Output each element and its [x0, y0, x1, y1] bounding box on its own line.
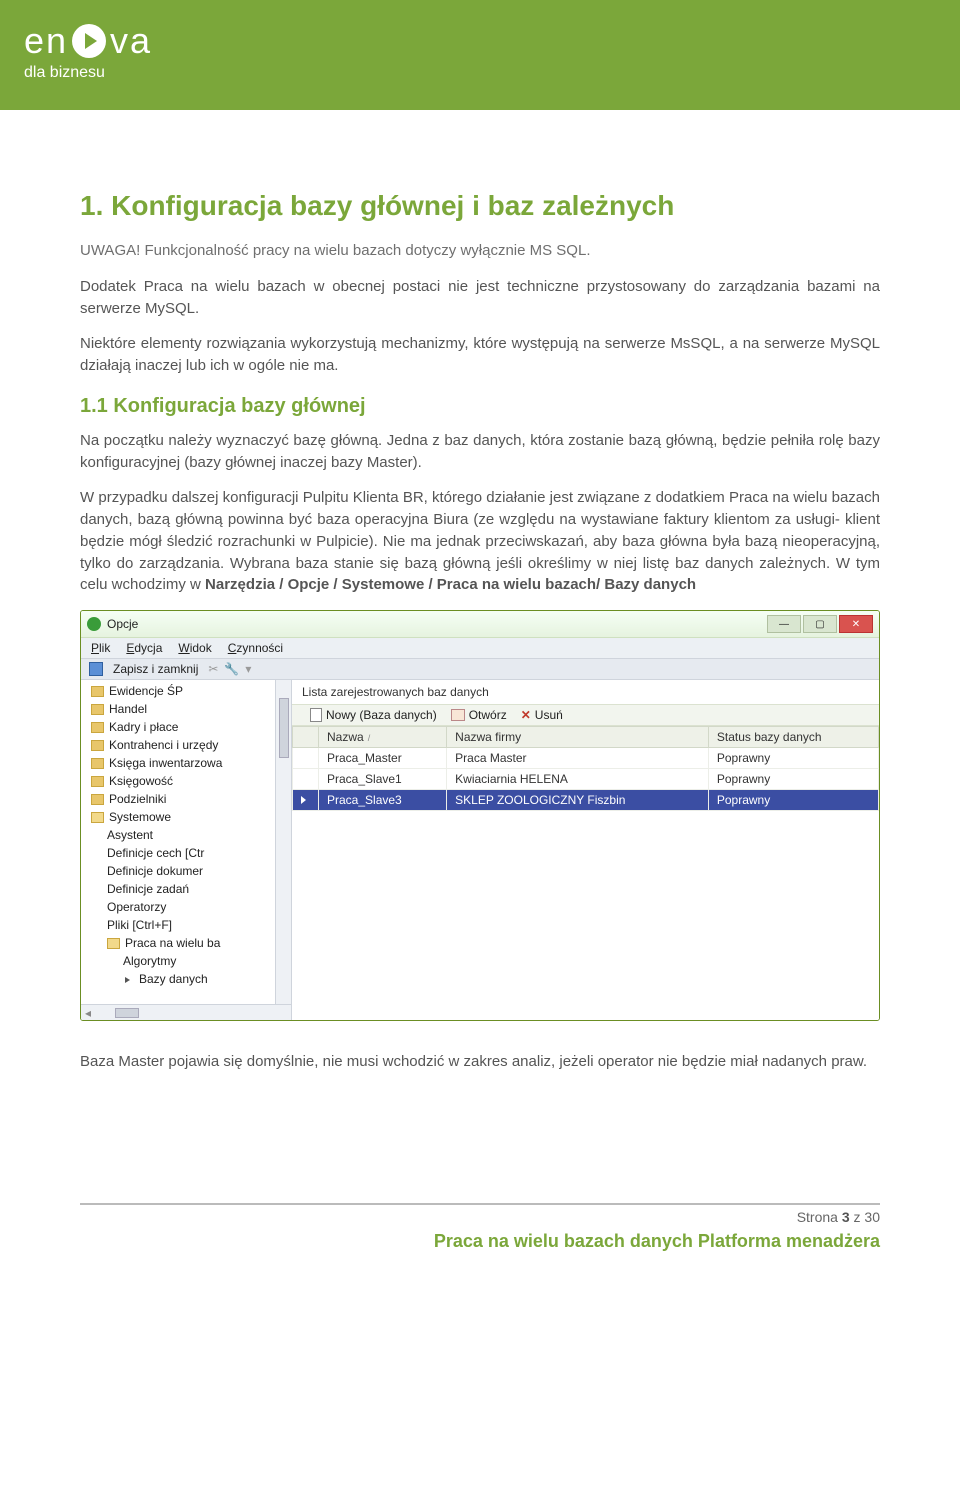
tree-item[interactable]: Definicje cech [Ctr: [85, 844, 287, 862]
tree-item[interactable]: Kontrahenci i urzędy: [85, 736, 287, 754]
menu-item[interactable]: Widok: [178, 641, 211, 655]
close-button[interactable]: ✕: [839, 615, 873, 633]
arrow-icon: [123, 974, 134, 985]
tree-item[interactable]: Definicje dokumer: [85, 862, 287, 880]
paragraph: Na początku należy wyznaczyć bazę główną…: [80, 430, 880, 474]
paragraph: Baza Master pojawia się domyślnie, nie m…: [80, 1021, 880, 1083]
folder-icon: [91, 776, 104, 787]
brand-name-part1: en: [24, 20, 68, 62]
folder-open-icon: [91, 812, 104, 823]
tree-item[interactable]: Definicje zadań: [85, 880, 287, 898]
tree-item[interactable]: Operatorzy: [85, 898, 287, 916]
tree-item[interactable]: Księga inwentarzowa: [85, 754, 287, 772]
page-total: 30: [864, 1209, 880, 1225]
window-titlebar: Opcje — ▢ ✕: [81, 611, 879, 638]
warning-text: UWAGA! Funkcjonalność pracy na wielu baz…: [80, 240, 880, 262]
table-row[interactable]: Praca_Slave3 SKLEP ZOOLOGICZNY Fiszbin P…: [293, 790, 879, 811]
heading-2: 1.1 Konfiguracja bazy głównej: [80, 395, 880, 418]
new-button[interactable]: Nowy (Baza danych): [310, 708, 437, 722]
dropdown-icon[interactable]: ▾: [245, 662, 251, 676]
minimize-button[interactable]: —: [767, 615, 801, 633]
panel-toolbar: Nowy (Baza danych) Otwórz ✕Usuń: [292, 704, 879, 726]
play-icon: [72, 24, 106, 58]
heading-1: 1. Konfiguracja bazy głównej i baz zależ…: [80, 190, 880, 222]
page-footer: Strona 3 z 30 Praca na wielu bazach dany…: [80, 1203, 880, 1252]
toolbar: Zapisz i zamknij ✂ 🔧 ▾: [81, 659, 879, 680]
nav-tree: Ewidencje ŚP Handel Kadry i płace Kontra…: [81, 680, 292, 1020]
table-row[interactable]: Praca_Master Praca Master Poprawny: [293, 748, 879, 769]
page-number: 3: [842, 1209, 850, 1225]
folder-icon: [91, 722, 104, 733]
column-header[interactable]: Nazwa firmy: [447, 727, 709, 748]
row-marker-icon: [301, 796, 306, 804]
column-header[interactable]: Nazwa/: [319, 727, 447, 748]
data-grid: Nazwa/ Nazwa firmy Status bazy danych Pr…: [292, 726, 879, 1020]
new-icon: [310, 708, 322, 722]
app-icon: [87, 617, 101, 631]
vertical-scrollbar[interactable]: [275, 680, 291, 1004]
column-header[interactable]: [293, 727, 319, 748]
menu-item[interactable]: Plik: [91, 641, 110, 655]
save-icon[interactable]: [89, 662, 103, 676]
panel-title: Lista zarejestrowanych baz danych: [292, 680, 879, 704]
folder-icon: [91, 686, 104, 697]
brand-name-part2: va: [110, 20, 152, 62]
paragraph: W przypadku dalszej konfiguracji Pulpitu…: [80, 487, 880, 596]
tree-item[interactable]: Kadry i płace: [85, 718, 287, 736]
folder-icon: [91, 758, 104, 769]
folder-icon: [91, 740, 104, 751]
tree-item[interactable]: Systemowe: [85, 808, 287, 826]
nav-path-bold: Narzędzia / Opcje / Systemowe / Praca na…: [205, 576, 696, 593]
open-button[interactable]: Otwórz: [451, 708, 507, 722]
column-header[interactable]: Status bazy danych: [708, 727, 878, 748]
paragraph: Dodatek Praca na wielu bazach w obecnej …: [80, 276, 880, 320]
page-of: z: [850, 1209, 865, 1225]
menu-item[interactable]: Edycja: [126, 641, 162, 655]
table-row[interactable]: Praca_Slave1 Kwiaciarnia HELENA Poprawny: [293, 769, 879, 790]
horizontal-scrollbar[interactable]: ◂: [81, 1004, 291, 1020]
tree-item[interactable]: Podzielniki: [85, 790, 287, 808]
open-icon: [451, 709, 465, 721]
tool-icon[interactable]: ✂: [208, 662, 218, 676]
delete-button[interactable]: ✕Usuń: [521, 708, 563, 722]
tree-item[interactable]: Ewidencje ŚP: [85, 682, 287, 700]
app-window: Opcje — ▢ ✕ Plik Edycja Widok Czynności …: [80, 610, 880, 1021]
window-title: Opcje: [107, 617, 138, 631]
save-and-close-button[interactable]: Zapisz i zamknij: [113, 662, 198, 676]
brand-tagline: dla biznesu: [24, 64, 936, 82]
brand-header: en va dla biznesu: [0, 0, 960, 110]
menu-item[interactable]: Czynności: [228, 641, 283, 655]
tree-item[interactable]: Handel: [85, 700, 287, 718]
delete-icon: ✕: [521, 708, 531, 722]
paragraph: Niektóre elementy rozwiązania wykorzystu…: [80, 333, 880, 377]
tree-item[interactable]: Księgowość: [85, 772, 287, 790]
footer-title: Praca na wielu bazach danych Platforma m…: [80, 1231, 880, 1252]
brand-logo: en va: [24, 20, 936, 62]
tree-item[interactable]: Bazy danych: [85, 970, 287, 988]
folder-open-icon: [107, 938, 120, 949]
menubar: Plik Edycja Widok Czynności: [81, 638, 879, 659]
tree-item[interactable]: Pliki [Ctrl+F]: [85, 916, 287, 934]
tree-item[interactable]: Asystent: [85, 826, 287, 844]
folder-icon: [91, 704, 104, 715]
tool-icon[interactable]: 🔧: [224, 662, 239, 676]
folder-icon: [91, 794, 104, 805]
tree-item[interactable]: Algorytmy: [85, 952, 287, 970]
page-label: Strona: [797, 1209, 842, 1225]
main-panel: Lista zarejestrowanych baz danych Nowy (…: [292, 680, 879, 1020]
tree-item[interactable]: Praca na wielu ba: [85, 934, 287, 952]
maximize-button[interactable]: ▢: [803, 615, 837, 633]
